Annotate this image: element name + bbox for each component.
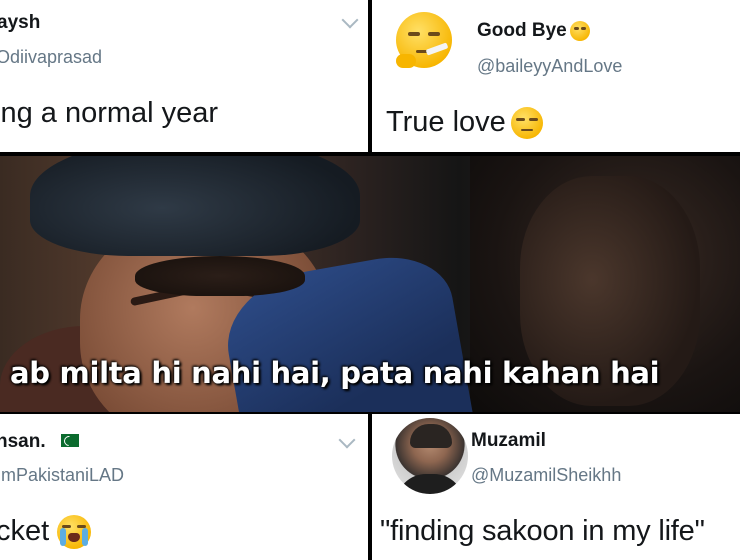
tweet-author-name[interactable]: aysh [0, 12, 40, 34]
tweet-author-name[interactable]: Muzamil [471, 430, 546, 452]
tweet-text: "finding sakoon in my life" [380, 515, 705, 547]
tweet-author-name[interactable]: Good Bye [477, 20, 567, 42]
tweet-author-handle[interactable]: Odiivaprasad [0, 47, 102, 68]
tweet-author-handle[interactable]: imPakistaniLAD [0, 465, 124, 486]
tweet-card-bottom-right: Muzamil @MuzamilSheikhh "finding sakoon … [372, 414, 740, 560]
chevron-down-icon[interactable] [338, 431, 356, 449]
pakistan-flag-icon [56, 433, 79, 449]
chevron-down-icon[interactable] [341, 11, 359, 29]
tweet-author-name[interactable]: nsan. [0, 431, 46, 453]
meme-caption: ab milta hi nahi hai, pata nahi kahan ha… [10, 356, 660, 390]
meme-image: ab milta hi nahi hai, pata nahi kahan ha… [0, 156, 740, 412]
tweet-author-handle[interactable]: @MuzamilSheikhh [471, 465, 621, 486]
rolling-eyes-emoji-icon [570, 21, 590, 41]
tweet-author-handle[interactable]: @baileyyAndLove [477, 56, 622, 77]
tweet-text: cket [0, 515, 50, 547]
unamused-face-emoji-icon [511, 107, 543, 139]
loudly-crying-emoji-icon [57, 515, 91, 549]
tweet-text: ing a normal year [0, 97, 219, 129]
tweet-card-bottom-left: nsan. imPakistaniLAD cket [0, 414, 368, 560]
tweet-card-top-left: aysh Odiivaprasad ing a normal year [0, 0, 368, 152]
tweet-text: True love [386, 106, 506, 138]
profile-photo-avatar[interactable] [392, 418, 468, 494]
smoking-face-emoji-icon[interactable] [396, 12, 452, 68]
tweet-card-top-right: Good Bye @baileyyAndLove True love [372, 0, 740, 152]
